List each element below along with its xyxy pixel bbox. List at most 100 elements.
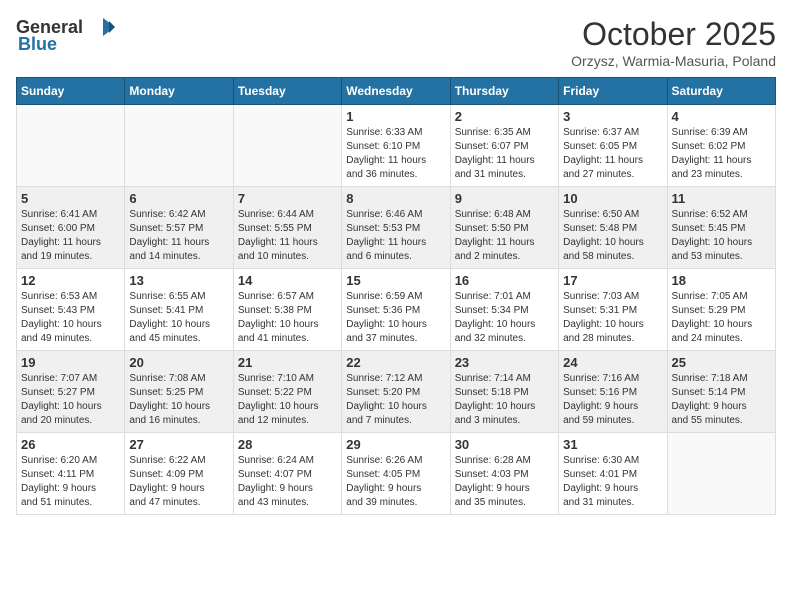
day-number: 10 [563, 191, 662, 206]
day-info: Sunrise: 6:52 AMSunset: 5:45 PMDaylight:… [672, 208, 771, 264]
calendar-cell: 3 Sunrise: 6:37 AMSunset: 6:05 PMDaylight… [559, 105, 667, 187]
day-number: 3 [563, 109, 662, 124]
day-number: 26 [21, 437, 120, 452]
calendar-cell: 18 Sunrise: 7:05 AMSunset: 5:29 PMDayligh… [667, 269, 775, 351]
page-header: General Blue October 2025 Orzysz, Warmia… [16, 16, 776, 69]
calendar-cell: 7 Sunrise: 6:44 AMSunset: 5:55 PMDaylight… [233, 187, 341, 269]
day-info: Sunrise: 6:55 AMSunset: 5:41 PMDaylight:… [129, 290, 228, 346]
day-info: Sunrise: 6:24 AMSunset: 4:07 PMDaylight:… [238, 454, 337, 510]
day-number: 15 [346, 273, 445, 288]
calendar-cell: 1 Sunrise: 6:33 AMSunset: 6:10 PMDaylight… [342, 105, 450, 187]
day-info: Sunrise: 6:28 AMSunset: 4:03 PMDaylight:… [455, 454, 554, 510]
calendar-header-row: SundayMondayTuesdayWednesdayThursdayFrid… [17, 78, 776, 105]
calendar-cell: 2 Sunrise: 6:35 AMSunset: 6:07 PMDaylight… [450, 105, 558, 187]
calendar-week-row: 5Sunrise: 6:41 AMSunset: 6:00 PMDaylight… [17, 187, 776, 269]
day-info: Sunrise: 6:46 AMSunset: 5:53 PMDaylight:… [346, 208, 445, 264]
day-number: 28 [238, 437, 337, 452]
logo-icon [85, 16, 115, 38]
day-number: 23 [455, 355, 554, 370]
calendar-cell [233, 105, 341, 187]
day-info: Sunrise: 7:05 AMSunset: 5:29 PMDaylight:… [672, 290, 771, 346]
day-info: Sunrise: 6:50 AMSunset: 5:48 PMDaylight:… [563, 208, 662, 264]
day-info: Sunrise: 7:03 AMSunset: 5:31 PMDaylight:… [563, 290, 662, 346]
calendar-cell: 29 Sunrise: 6:26 AMSunset: 4:05 PMDayligh… [342, 433, 450, 515]
day-number: 18 [672, 273, 771, 288]
day-number: 25 [672, 355, 771, 370]
calendar-cell: 5Sunrise: 6:41 AMSunset: 6:00 PMDaylight… [17, 187, 125, 269]
day-number: 12 [21, 273, 120, 288]
day-info: Sunrise: 7:10 AMSunset: 5:22 PMDaylight:… [238, 372, 337, 428]
day-number: 11 [672, 191, 771, 206]
day-number: 16 [455, 273, 554, 288]
day-info: Sunrise: 6:37 AMSunset: 6:05 PMDaylight:… [563, 126, 662, 182]
day-number: 29 [346, 437, 445, 452]
calendar-cell: 23 Sunrise: 7:14 AMSunset: 5:18 PMDayligh… [450, 351, 558, 433]
day-header-sunday: Sunday [17, 78, 125, 105]
location: Orzysz, Warmia-Masuria, Poland [571, 53, 776, 69]
day-header-saturday: Saturday [667, 78, 775, 105]
calendar-cell: 9Sunrise: 6:48 AMSunset: 5:50 PMDaylight… [450, 187, 558, 269]
calendar-cell: 25Sunrise: 7:18 AMSunset: 5:14 PMDayligh… [667, 351, 775, 433]
day-number: 27 [129, 437, 228, 452]
day-number: 19 [21, 355, 120, 370]
day-number: 7 [238, 191, 337, 206]
calendar-cell: 17 Sunrise: 7:03 AMSunset: 5:31 PMDayligh… [559, 269, 667, 351]
day-info: Sunrise: 6:20 AMSunset: 4:11 PMDaylight:… [21, 454, 120, 510]
day-header-thursday: Thursday [450, 78, 558, 105]
calendar-cell: 21Sunrise: 7:10 AMSunset: 5:22 PMDayligh… [233, 351, 341, 433]
day-header-tuesday: Tuesday [233, 78, 341, 105]
day-info: Sunrise: 6:39 AMSunset: 6:02 PMDaylight:… [672, 126, 771, 182]
day-number: 31 [563, 437, 662, 452]
day-number: 20 [129, 355, 228, 370]
calendar-cell: 4 Sunrise: 6:39 AMSunset: 6:02 PMDaylight… [667, 105, 775, 187]
day-info: Sunrise: 6:26 AMSunset: 4:05 PMDaylight:… [346, 454, 445, 510]
calendar-cell: 19 Sunrise: 7:07 AMSunset: 5:27 PMDayligh… [17, 351, 125, 433]
calendar-cell: 31 Sunrise: 6:30 AMSunset: 4:01 PMDayligh… [559, 433, 667, 515]
calendar-cell: 8Sunrise: 6:46 AMSunset: 5:53 PMDaylight… [342, 187, 450, 269]
calendar-cell: 16 Sunrise: 7:01 AMSunset: 5:34 PMDayligh… [450, 269, 558, 351]
day-info: Sunrise: 7:14 AMSunset: 5:18 PMDaylight:… [455, 372, 554, 428]
day-info: Sunrise: 6:22 AMSunset: 4:09 PMDaylight:… [129, 454, 228, 510]
day-number: 9 [455, 191, 554, 206]
day-info: Sunrise: 7:16 AMSunset: 5:16 PMDaylight:… [563, 372, 662, 428]
day-header-monday: Monday [125, 78, 233, 105]
calendar-cell: 13 Sunrise: 6:55 AMSunset: 5:41 PMDayligh… [125, 269, 233, 351]
calendar-cell: 11 Sunrise: 6:52 AMSunset: 5:45 PMDayligh… [667, 187, 775, 269]
day-info: Sunrise: 6:30 AMSunset: 4:01 PMDaylight:… [563, 454, 662, 510]
calendar-cell: 30Sunrise: 6:28 AMSunset: 4:03 PMDayligh… [450, 433, 558, 515]
calendar-week-row: 1 Sunrise: 6:33 AMSunset: 6:10 PMDaylight… [17, 105, 776, 187]
day-number: 2 [455, 109, 554, 124]
day-info: Sunrise: 7:01 AMSunset: 5:34 PMDaylight:… [455, 290, 554, 346]
day-info: Sunrise: 7:08 AMSunset: 5:25 PMDaylight:… [129, 372, 228, 428]
day-number: 4 [672, 109, 771, 124]
calendar-week-row: 26 Sunrise: 6:20 AMSunset: 4:11 PMDayligh… [17, 433, 776, 515]
calendar-week-row: 12 Sunrise: 6:53 AMSunset: 5:43 PMDayligh… [17, 269, 776, 351]
calendar-cell: 28 Sunrise: 6:24 AMSunset: 4:07 PMDayligh… [233, 433, 341, 515]
day-info: Sunrise: 6:35 AMSunset: 6:07 PMDaylight:… [455, 126, 554, 182]
month-title: October 2025 [571, 16, 776, 53]
day-number: 13 [129, 273, 228, 288]
day-number: 5 [21, 191, 120, 206]
day-info: Sunrise: 6:33 AMSunset: 6:10 PMDaylight:… [346, 126, 445, 182]
day-header-wednesday: Wednesday [342, 78, 450, 105]
title-area: October 2025 Orzysz, Warmia-Masuria, Pol… [571, 16, 776, 69]
calendar-cell: 27 Sunrise: 6:22 AMSunset: 4:09 PMDayligh… [125, 433, 233, 515]
day-info: Sunrise: 7:07 AMSunset: 5:27 PMDaylight:… [21, 372, 120, 428]
calendar-table: SundayMondayTuesdayWednesdayThursdayFrid… [16, 77, 776, 515]
day-info: Sunrise: 6:44 AMSunset: 5:55 PMDaylight:… [238, 208, 337, 264]
day-info: Sunrise: 6:42 AMSunset: 5:57 PMDaylight:… [129, 208, 228, 264]
calendar-cell [125, 105, 233, 187]
calendar-cell: 14Sunrise: 6:57 AMSunset: 5:38 PMDayligh… [233, 269, 341, 351]
calendar-cell: 24 Sunrise: 7:16 AMSunset: 5:16 PMDayligh… [559, 351, 667, 433]
day-number: 22 [346, 355, 445, 370]
calendar-cell: 10 Sunrise: 6:50 AMSunset: 5:48 PMDayligh… [559, 187, 667, 269]
day-header-friday: Friday [559, 78, 667, 105]
day-number: 17 [563, 273, 662, 288]
calendar-cell: 20 Sunrise: 7:08 AMSunset: 5:25 PMDayligh… [125, 351, 233, 433]
day-info: Sunrise: 6:57 AMSunset: 5:38 PMDaylight:… [238, 290, 337, 346]
calendar-cell [17, 105, 125, 187]
day-number: 24 [563, 355, 662, 370]
day-info: Sunrise: 6:53 AMSunset: 5:43 PMDaylight:… [21, 290, 120, 346]
calendar-cell: 6Sunrise: 6:42 AMSunset: 5:57 PMDaylight… [125, 187, 233, 269]
day-number: 1 [346, 109, 445, 124]
